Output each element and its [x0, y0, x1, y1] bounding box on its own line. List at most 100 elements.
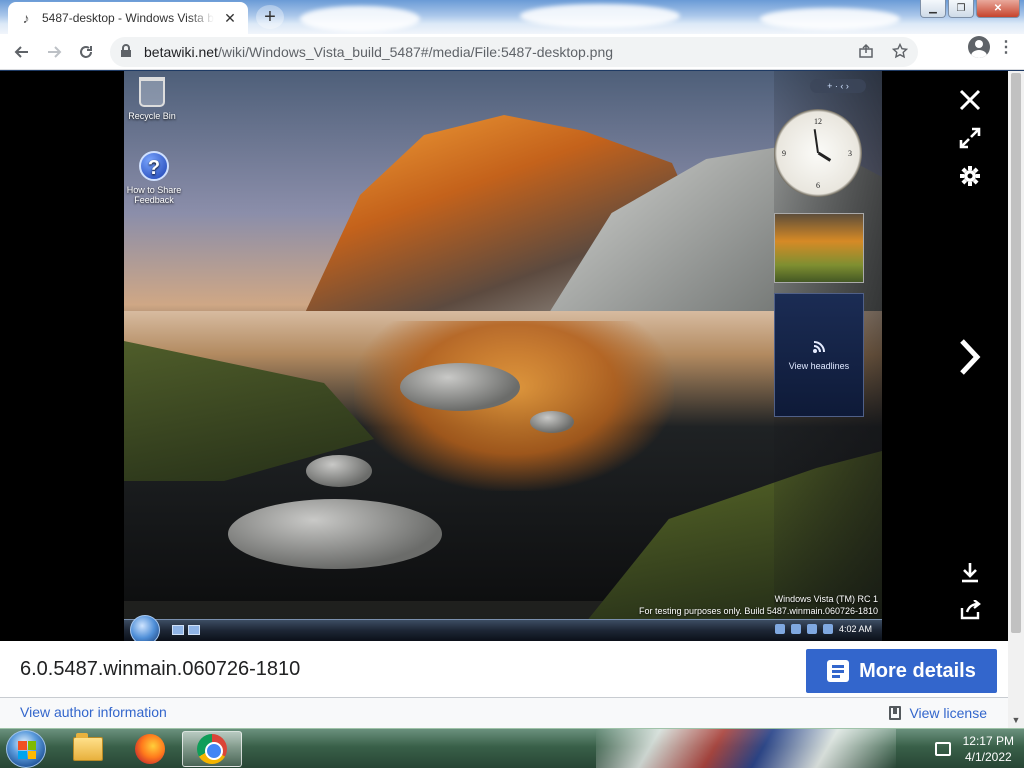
share-button[interactable] [950, 593, 990, 627]
vista-clock-text: 4:02 AM [838, 624, 872, 634]
browser-title-bar: ♪ 5487-desktop - Windows Vista build 548… [0, 0, 1024, 34]
license-link[interactable]: View license [889, 705, 987, 721]
lake-rock [228, 499, 442, 569]
url-text: betawiki.net/wiki/Windows_Vista_build_54… [144, 44, 613, 60]
feed-label: View headlines [788, 361, 850, 371]
browser-tab[interactable]: ♪ 5487-desktop - Windows Vista build 548… [8, 2, 248, 34]
forward-arrow-icon [48, 45, 62, 58]
recycle-bin-icon [139, 77, 165, 107]
watermark-line: For testing purposes only. Build 5487.wi… [639, 606, 878, 616]
music-note-icon: ♪ [22, 10, 30, 26]
lock-icon[interactable] [120, 43, 134, 61]
more-details-label: More details [859, 659, 976, 682]
bookmark-icon [889, 706, 902, 720]
media-author-bar: View author information View license [0, 698, 1008, 728]
window-controls: ▁ ❐ ✕ [920, 0, 1020, 18]
reload-icon [80, 45, 92, 58]
network-icon[interactable] [934, 742, 951, 756]
url-path: /wiki/Windows_Vista_build_5487#/media/Fi… [217, 44, 614, 60]
feed-gadget[interactable]: View headlines [774, 293, 864, 417]
next-image-button[interactable] [950, 337, 990, 377]
vista-start-orb [130, 615, 160, 641]
build-watermark: Windows Vista (TM) RC 1 For testing purp… [639, 593, 878, 617]
lake-rock [530, 411, 574, 433]
clock-gadget: 12 3 6 9 [774, 109, 862, 197]
reload-button[interactable] [70, 36, 102, 68]
firefox-icon [135, 734, 165, 764]
author-info-link[interactable]: View author information [20, 704, 167, 720]
start-button[interactable] [6, 730, 46, 768]
taskbar-firefox[interactable] [120, 731, 180, 767]
rss-icon [775, 340, 863, 357]
watermark-line: Windows Vista (TM) RC 1 [774, 594, 878, 604]
lake-rock [306, 455, 372, 487]
document-icon [827, 660, 850, 682]
forward-button[interactable] [38, 36, 70, 68]
close-icon[interactable]: ✕ [222, 10, 238, 26]
tray-icon [806, 624, 817, 634]
maximize-button[interactable]: ❐ [948, 0, 974, 18]
media-viewer: Recycle Bin ? How to Share Feedback + · … [0, 71, 1008, 641]
desktop-icon-label: Recycle Bin [128, 111, 176, 121]
scroll-down-icon[interactable]: ▼ [1008, 712, 1024, 728]
chevron-right-icon [960, 339, 981, 375]
share-arrow-icon [960, 600, 981, 620]
windows-logo-icon [18, 741, 36, 759]
license-label: View license [909, 705, 987, 721]
back-button[interactable] [6, 36, 38, 68]
more-details-button[interactable]: More details [806, 649, 997, 693]
fullscreen-button[interactable] [950, 121, 990, 155]
system-tray: 12:17 PM 4/1/2022 [934, 733, 1014, 765]
tab-title: 5487-desktop - Windows Vista build 5487 [42, 11, 214, 25]
menu-kebab-icon[interactable]: ⋮ [996, 37, 1016, 57]
address-bar[interactable]: betawiki.net/wiki/Windows_Vista_build_54… [110, 37, 918, 67]
close-icon [959, 89, 981, 111]
vista-quick-launch [172, 625, 200, 635]
scrollbar-thumb[interactable] [1011, 73, 1021, 633]
clock-hour-hand [817, 151, 832, 162]
clock-date: 4/1/2022 [964, 750, 1012, 764]
bookmark-star-icon[interactable] [891, 42, 909, 62]
desktop-icon-feedback[interactable]: ? How to Share Feedback [124, 151, 184, 205]
close-window-button[interactable]: ✕ [976, 0, 1020, 18]
expand-icon [959, 127, 981, 149]
clock-minute-hand [813, 129, 819, 154]
back-arrow-icon [14, 45, 28, 58]
page-scrollbar[interactable]: ▼ [1008, 71, 1024, 728]
desktop-icon-recycle-bin[interactable]: Recycle Bin [124, 77, 182, 121]
sky-cloud [520, 4, 680, 28]
url-domain: betawiki.net [144, 44, 218, 60]
windows-taskbar: 12:17 PM 4/1/2022 [0, 728, 1024, 768]
sky-cloud [300, 6, 420, 32]
vista-taskbar: 4:02 AM [124, 615, 882, 641]
slideshow-gadget[interactable] [774, 213, 864, 283]
new-tab-button[interactable]: + [256, 5, 284, 29]
lake-rock [400, 363, 520, 411]
wallpaper-flag [596, 729, 896, 768]
close-viewer-button[interactable] [950, 83, 990, 117]
download-icon [962, 563, 978, 583]
minimize-button[interactable]: ▁ [920, 0, 946, 18]
help-question-icon: ? [139, 151, 169, 181]
download-button[interactable] [950, 555, 990, 589]
vista-sidebar: + · ‹ › 12 3 6 9 View headlines [774, 71, 882, 619]
taskbar-clock[interactable]: 12:17 PM 4/1/2022 [963, 733, 1014, 765]
folder-icon [73, 733, 103, 761]
share-icon[interactable] [858, 43, 874, 62]
settings-button[interactable] [950, 159, 990, 193]
taskbar-chrome[interactable] [182, 731, 242, 767]
gear-icon [960, 166, 980, 186]
tray-icon [790, 624, 801, 634]
taskbar-explorer[interactable] [58, 731, 118, 767]
vista-tray: 4:02 AM [774, 624, 872, 634]
tray-icon [774, 624, 785, 634]
sidebar-controls[interactable]: + · ‹ › [810, 79, 866, 93]
chrome-icon [197, 734, 227, 764]
tray-icon [822, 624, 833, 634]
profile-avatar[interactable] [968, 36, 990, 58]
browser-toolbar: betawiki.net/wiki/Windows_Vista_build_54… [0, 34, 1024, 70]
screenshot-image: Recycle Bin ? How to Share Feedback + · … [124, 71, 882, 641]
sky-cloud [760, 8, 900, 30]
clock-time: 12:17 PM [962, 734, 1014, 748]
mountain-reflection [354, 321, 674, 491]
